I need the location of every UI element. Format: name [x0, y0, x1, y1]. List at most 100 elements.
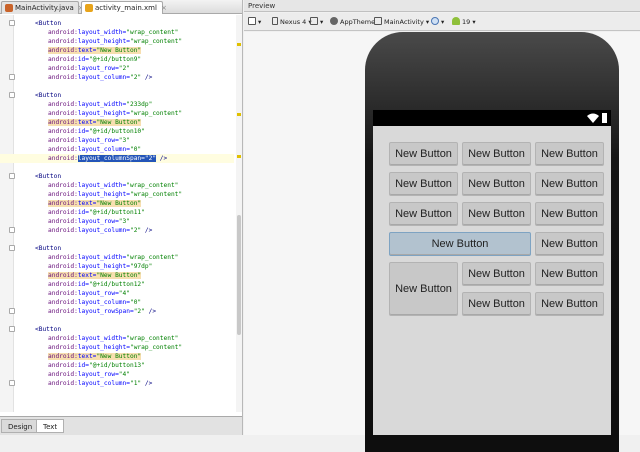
code-line[interactable]: android:layout_column="0" — [0, 145, 234, 154]
code-line[interactable]: android:layout_row="4" — [0, 289, 234, 298]
code-line[interactable] — [0, 316, 234, 325]
new-button[interactable]: New Button — [535, 292, 604, 316]
new-button[interactable]: New Button — [389, 172, 458, 196]
new-button[interactable]: New Button — [389, 142, 458, 166]
theme-selector[interactable]: AppTheme — [330, 16, 375, 28]
new-button[interactable]: New Button — [535, 142, 604, 166]
new-button[interactable]: New Button — [389, 232, 531, 256]
api-level-selector[interactable]: 19 ▾ — [452, 16, 476, 28]
code-token: /> — [141, 74, 153, 81]
code-token: layout_height= — [77, 110, 130, 117]
code-line[interactable]: android:layout_column="2" /> — [0, 73, 234, 82]
code-token: "2" — [118, 65, 130, 72]
locale-selector[interactable]: ▾ — [431, 16, 444, 28]
new-button[interactable]: New Button — [462, 262, 531, 286]
layout-config-button[interactable]: ▾ — [248, 16, 261, 28]
code-line[interactable]: android:text="New Button" — [0, 118, 234, 127]
code-line[interactable]: android:layout_height="wrap_content" — [0, 37, 234, 46]
code-line[interactable]: android:layout_rowSpan="2" /> — [0, 307, 234, 316]
device-selector[interactable]: Nexus 4 ▾ — [272, 16, 312, 28]
code-line[interactable]: <Button — [0, 325, 234, 334]
code-line[interactable]: <Button — [0, 172, 234, 181]
new-button[interactable]: New Button — [535, 202, 604, 226]
code-line[interactable]: android:layout_width="wrap_content" — [0, 28, 234, 37]
code-line[interactable]: android:id="@+id/button12" — [0, 280, 234, 289]
code-line[interactable]: android:text="New Button" — [0, 46, 234, 55]
code-token: <Button — [35, 245, 62, 252]
code-token: android: — [48, 47, 78, 54]
code-token: <Button — [35, 173, 62, 180]
orientation-button[interactable]: ▾ — [310, 16, 323, 28]
new-button[interactable]: New Button — [462, 142, 531, 166]
new-button[interactable]: New Button — [462, 292, 531, 316]
code-line[interactable]: <Button — [0, 91, 234, 100]
code-line[interactable]: android:id="@+id/button10" — [0, 127, 234, 136]
code-token: <Button — [35, 20, 62, 27]
globe-icon — [431, 17, 439, 25]
code-line[interactable]: android:layout_columnSpan="2" /> — [0, 154, 234, 163]
code-token: layout_width= — [77, 254, 127, 261]
new-button[interactable]: New Button — [389, 262, 458, 316]
code-token: "New Button" — [96, 200, 142, 207]
code-token: "0" — [129, 146, 142, 153]
code-token: android: — [48, 362, 78, 369]
code-token: "233dp" — [126, 101, 153, 108]
tab-activity-main-xml[interactable]: activity_main.xml × — [81, 1, 167, 14]
vertical-scrollbar[interactable] — [237, 215, 241, 335]
tab-mainactivity-java[interactable]: MainActivity.java× — [1, 1, 84, 14]
code-line[interactable] — [0, 388, 234, 397]
code-line[interactable]: android:text="New Button" — [0, 199, 234, 208]
code-line[interactable] — [0, 235, 234, 244]
code-line[interactable]: android:layout_column="0" — [0, 298, 234, 307]
tab-text[interactable]: Text — [36, 419, 65, 433]
code-line[interactable]: android:id="@+id/button9" — [0, 55, 234, 64]
new-button[interactable]: New Button — [462, 202, 531, 226]
code-token: android: — [48, 65, 78, 72]
new-button[interactable]: New Button — [389, 202, 458, 226]
code-line[interactable]: android:layout_width="wrap_content" — [0, 181, 234, 190]
code-line[interactable]: android:id="@+id/button13" — [0, 361, 234, 370]
code-token: "New Button" — [96, 47, 142, 54]
warning-marker[interactable] — [237, 43, 241, 46]
java-file-icon — [5, 4, 13, 12]
code-token: android: — [48, 146, 78, 153]
preview-toolbar: ▾ Nexus 4 ▾ ▾ AppTheme MainActivity ▾ ▾ … — [244, 13, 640, 31]
new-button[interactable]: New Button — [535, 262, 604, 286]
code-line[interactable]: android:layout_row="3" — [0, 217, 234, 226]
code-line[interactable]: android:id="@+id/button11" — [0, 208, 234, 217]
code-line[interactable]: android:layout_row="2" — [0, 64, 234, 73]
new-button[interactable]: New Button — [535, 172, 604, 196]
code-token: android: — [48, 371, 78, 378]
new-button[interactable]: New Button — [462, 172, 531, 196]
code-token: android: — [48, 119, 78, 126]
code-token: "2" — [129, 74, 142, 81]
code-line[interactable]: android:layout_width="wrap_content" — [0, 253, 234, 262]
activity-icon — [374, 17, 382, 25]
code-line[interactable]: android:layout_height="wrap_content" — [0, 190, 234, 199]
code-line[interactable]: android:text="New Button" — [0, 271, 234, 280]
code-line[interactable]: android:layout_row="4" — [0, 370, 234, 379]
code-line[interactable]: <Button — [0, 19, 234, 28]
code-token: "wrap_content" — [126, 335, 179, 342]
code-line[interactable]: android:layout_height="wrap_content" — [0, 343, 234, 352]
code-line[interactable] — [0, 82, 234, 91]
code-line[interactable]: android:text="New Button" — [0, 352, 234, 361]
code-line[interactable]: android:layout_width="233dp" — [0, 100, 234, 109]
code-area[interactable]: <Button android:layout_width="wrap_conten… — [0, 15, 234, 412]
code-line[interactable] — [0, 163, 234, 172]
code-line[interactable]: android:layout_column="1" /> — [0, 379, 234, 388]
code-line[interactable]: android:layout_column="2" /> — [0, 226, 234, 235]
code-line[interactable]: <Button — [0, 244, 234, 253]
code-token: android: — [48, 227, 78, 234]
warning-marker[interactable] — [237, 113, 241, 116]
tab-design[interactable]: Design — [1, 419, 40, 433]
code-line[interactable]: android:layout_height="wrap_content" — [0, 109, 234, 118]
code-line[interactable]: android:layout_height="97dp" — [0, 262, 234, 271]
activity-selector[interactable]: MainActivity ▾ — [374, 16, 429, 28]
layout-icon — [248, 17, 256, 25]
close-icon[interactable]: × — [161, 4, 167, 12]
code-line[interactable]: android:layout_row="3" — [0, 136, 234, 145]
new-button[interactable]: New Button — [535, 232, 604, 256]
warning-marker[interactable] — [237, 155, 241, 158]
code-line[interactable]: android:layout_width="wrap_content" — [0, 334, 234, 343]
